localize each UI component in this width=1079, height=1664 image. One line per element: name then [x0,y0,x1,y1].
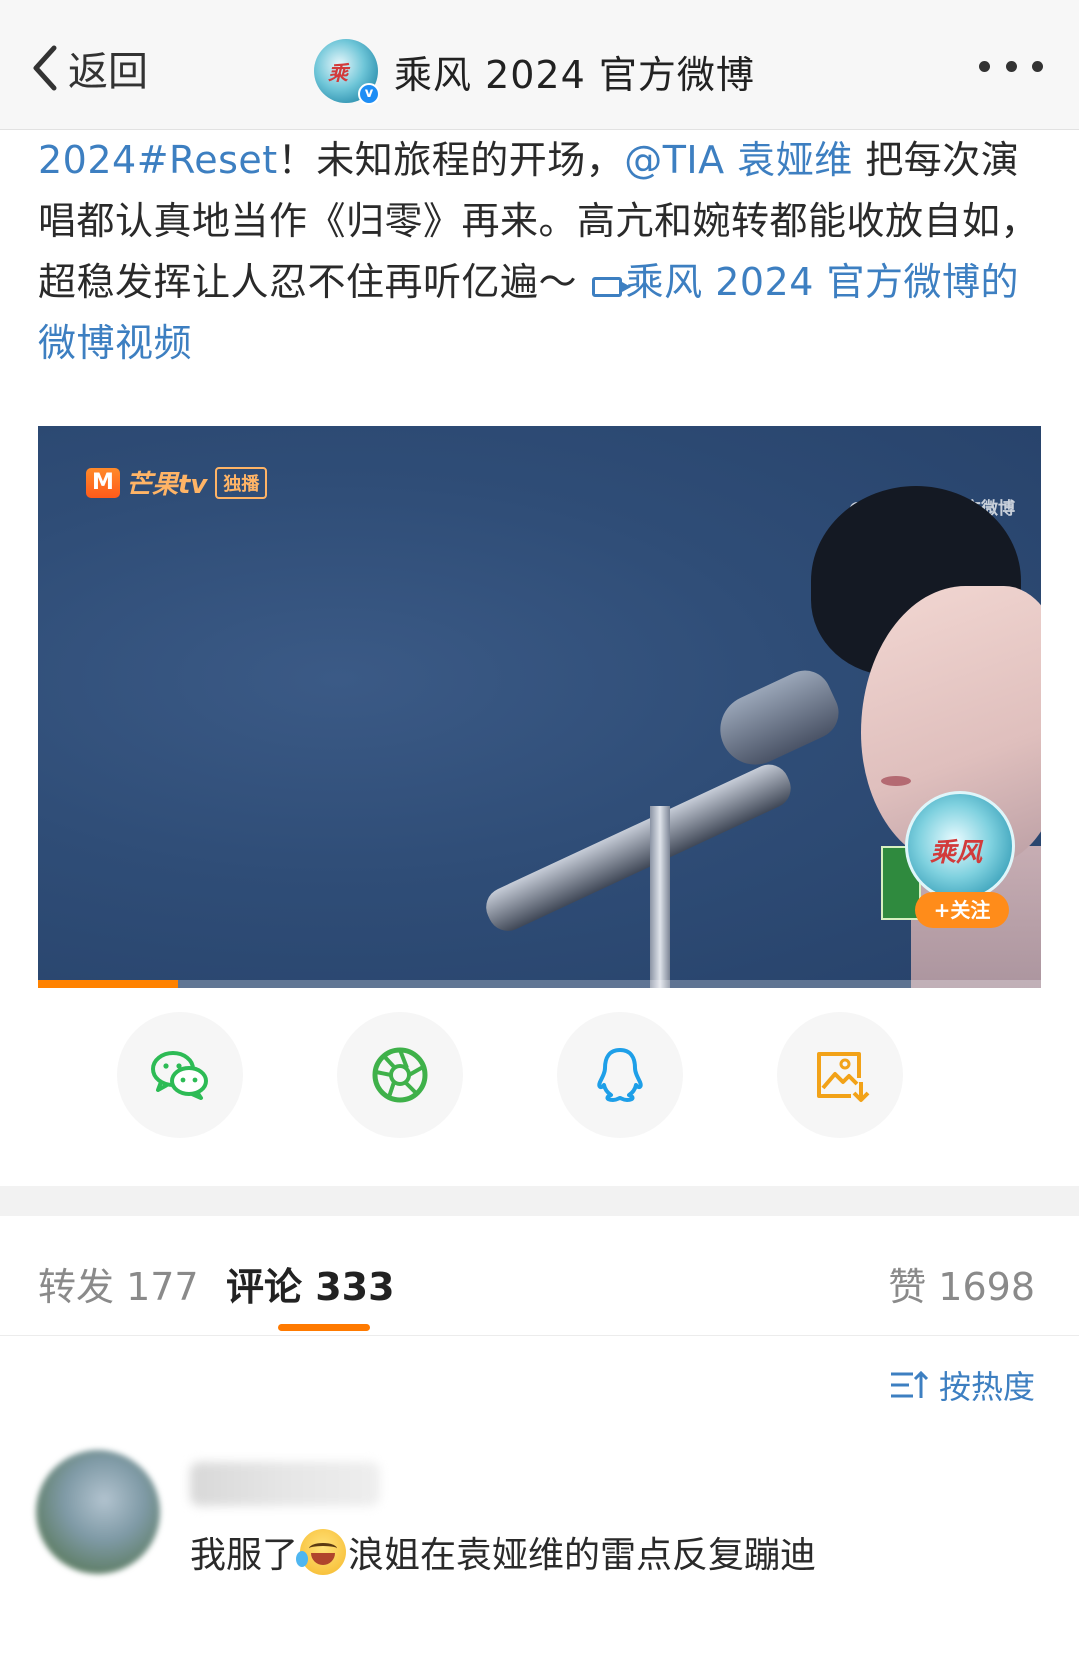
sort-by-hot-button[interactable]: 按热度 [889,1362,1035,1408]
video-progress-fill [38,980,179,988]
tab-reposts[interactable]: 转发 177 [38,1256,199,1311]
share-moments-button[interactable] [337,1012,463,1138]
post-text: 2024#Reset！未知旅程的开场，@TIA 袁娅维 把每次演唱都认真地当作《… [38,130,1043,374]
sort-icon [890,1370,929,1398]
video-camera-icon [591,277,631,297]
exclusive-badge: 独播 [215,466,268,499]
account-title[interactable]: 乘 v 乘风 2024 官方微博 [314,36,755,106]
back-label: 返回 [68,49,148,95]
singer-lip [881,776,911,786]
active-tab-indicator [278,1324,370,1331]
mango-logo-icon: M [86,467,120,498]
microphone-body [479,758,798,938]
comment-text: 我服了 浪姐在袁娅维的雷点反复蹦迪 [190,1526,816,1578]
page-title: 乘风 2024 官方微博 [394,52,755,97]
account-avatar[interactable]: 乘 v [314,39,380,105]
follow-avatar-logo: 乘风 [930,838,983,868]
microphone-head [708,661,848,777]
more-options-button[interactable] [979,58,1043,74]
more-dot-icon [979,60,990,72]
chevron-left-icon [33,45,57,91]
save-image-button[interactable] [777,1012,903,1138]
comment-text-part: 我服了 [190,1535,299,1576]
commenter-name-blurred[interactable] [190,1462,380,1506]
avatar-logo: 乘 [328,61,348,85]
video-player[interactable]: M 芒果tv 独播 @乘风2024官方微博 乘风 +关注 [38,426,1041,988]
follow-button[interactable]: +关注 [915,892,1009,928]
comment-item[interactable]: 我服了 浪姐在袁娅维的雷点反复蹦迪 [0,1440,1079,1664]
mic-stand [650,806,670,988]
tear-drop [296,1551,309,1567]
tab-likes[interactable]: 赞 1698 [888,1256,1035,1311]
follow-avatar[interactable]: 乘风 [905,791,1015,901]
comment-text-part: 浪姐在袁娅维的雷点反复蹦迪 [348,1535,817,1576]
share-row [0,1012,1079,1140]
tab-comments[interactable]: 评论 333 [226,1256,395,1311]
back-button[interactable]: 返回 [30,38,148,98]
moments-icon [372,1047,428,1103]
laugh-cry-emoji-icon [296,1529,347,1575]
more-dot-icon [1032,60,1043,72]
save-image-icon [817,1052,870,1102]
share-wechat-button[interactable] [117,1012,243,1138]
mention-link[interactable]: @TIA 袁娅维 [624,138,853,182]
hashtag-link[interactable]: 2024#Reset [38,138,278,182]
share-qq-button[interactable] [557,1012,683,1138]
sort-label: 按热度 [938,1368,1035,1406]
commenter-avatar[interactable] [36,1450,160,1574]
video-progress-bar[interactable] [38,980,1041,988]
mango-tv-logo: M 芒果tv 独播 [86,464,268,501]
nav-header: 返回 乘 v 乘风 2024 官方微博 [0,0,1079,130]
verified-badge-icon: v [358,83,380,105]
qq-icon [597,1048,643,1102]
section-separator [0,1186,1079,1216]
post-text-part: ！未知旅程的开场， [277,138,625,182]
mango-logo-text: 芒果tv [126,470,208,500]
wechat-icon [151,1051,208,1100]
more-dot-icon [1005,60,1017,72]
interaction-tabs: 转发 177 评论 333 赞 1698 [0,1216,1079,1336]
